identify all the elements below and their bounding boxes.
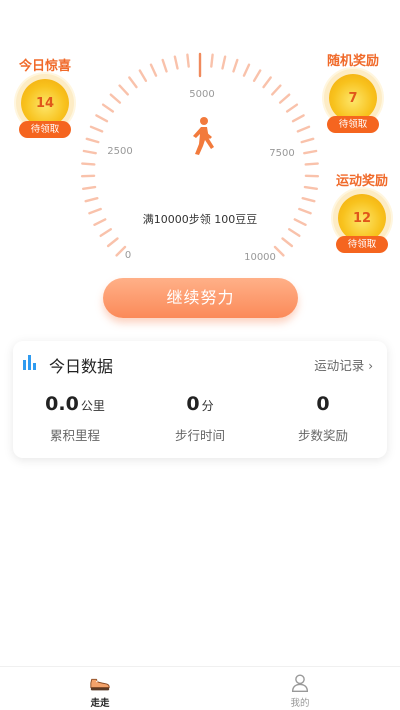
gauge-tick <box>271 84 282 96</box>
gauge-tick <box>210 53 214 68</box>
coin-value: 7 <box>348 90 358 106</box>
stat-walk-time: 0分 步行时间 <box>138 393 262 444</box>
stat-value-row: 0.0 公里 <box>13 393 137 415</box>
gauge-tick <box>293 218 307 227</box>
gauge-tick <box>81 162 96 166</box>
stat-label: 步行时间 <box>174 428 225 443</box>
today-data-card: 今日数据 运动记录 › 0.0 公里 累积里程 0分 步行时间 0 步数奖励 <box>13 341 387 458</box>
coin-icon[interactable]: 12 <box>338 194 386 242</box>
gauge-tick <box>84 196 99 203</box>
stat-unit: 分 <box>201 399 214 413</box>
gauge-tick <box>298 207 312 215</box>
gauge-tick <box>161 58 168 73</box>
gauge-label-2500: 2500 <box>107 146 132 157</box>
gauge-label-10000: 10000 <box>244 252 276 263</box>
reward-title: 随机奖励 <box>326 54 379 69</box>
gauge-tick <box>115 245 127 257</box>
person-icon <box>291 674 309 692</box>
gauge-tick <box>273 245 285 257</box>
gauge-tick <box>88 207 102 215</box>
bar-chart-icon <box>23 355 36 370</box>
gauge-tick <box>101 103 115 113</box>
coin-value: 14 <box>35 95 55 111</box>
reward-exercise[interactable]: 运动奖励 12 待领取 <box>330 170 394 253</box>
stat-step-reward: 0 步数奖励 <box>261 393 385 444</box>
tab-mine[interactable]: 我的 <box>200 667 400 710</box>
stat-label: 累积里程 <box>49 428 100 443</box>
gauge-tick <box>118 84 130 96</box>
gauge-tick <box>232 58 239 73</box>
gauge-label-5000: 5000 <box>189 89 214 100</box>
gauge-tick <box>138 69 148 83</box>
claim-badge[interactable]: 待领取 <box>336 236 388 253</box>
exercise-record-link[interactable]: 运动记录 › <box>314 355 373 374</box>
tab-walk[interactable]: 走走 <box>0 667 200 710</box>
gauge-tick <box>221 55 227 70</box>
gauge-tick <box>301 196 316 203</box>
stat-label: 步数奖励 <box>297 428 348 443</box>
gauge-tick <box>288 228 301 238</box>
reward-today-surprise[interactable]: 今日惊喜 14 待领取 <box>15 55 75 138</box>
card-title: 今日数据 <box>49 357 114 376</box>
coin-icon[interactable]: 14 <box>21 79 69 127</box>
gauge-tick <box>262 76 272 89</box>
tab-label: 我的 <box>290 698 310 709</box>
keep-going-button[interactable]: 继续努力 <box>103 278 298 318</box>
gauge-tick <box>89 125 104 133</box>
stat-distance: 0.0 公里 累积里程 <box>13 393 137 444</box>
gauge-tick <box>291 114 305 123</box>
gauge-tick <box>242 63 251 77</box>
gauge-tick <box>106 237 119 248</box>
card-header: 今日数据 运动记录 › <box>23 353 373 376</box>
gauge-tick <box>128 76 138 89</box>
stat-value: 0 <box>186 393 200 415</box>
reward-title: 运动奖励 <box>335 174 388 189</box>
stat-value: 0.0 <box>45 393 79 415</box>
coin-icon[interactable]: 7 <box>329 74 377 122</box>
gauge-label-0: 0 <box>125 250 131 261</box>
gauge-label-7500: 7500 <box>269 148 294 159</box>
tab-label: 走走 <box>90 698 110 709</box>
gauge-tick <box>303 185 318 191</box>
gauge-tick <box>296 125 311 133</box>
gauge-tick <box>99 228 113 238</box>
stat-unit: 公里 <box>80 399 105 413</box>
bottom-tab-bar: 走走 我的 <box>0 666 400 710</box>
gauge-tick <box>82 149 97 155</box>
reward-title: 今日惊喜 <box>18 59 71 74</box>
gauge-tick <box>252 69 262 83</box>
claim-badge[interactable]: 待领取 <box>19 121 71 138</box>
gauge-tick <box>95 114 109 123</box>
reward-random[interactable]: 随机奖励 7 待领取 <box>322 50 384 133</box>
gauge-tick <box>149 63 158 77</box>
claim-badge[interactable]: 待领取 <box>327 116 379 133</box>
stat-value-row: 0 <box>261 393 385 415</box>
gauge-tick <box>81 185 97 191</box>
sneaker-icon <box>90 678 110 691</box>
stat-value: 0 <box>316 393 330 415</box>
gauge-tick <box>300 137 315 144</box>
gauge-tick <box>285 103 299 113</box>
stat-value-row: 0分 <box>138 393 262 415</box>
coin-value: 12 <box>352 210 372 226</box>
gauge-tick <box>303 149 318 155</box>
gauge-tick <box>93 218 107 227</box>
gauge-tick <box>304 162 319 166</box>
gauge-tick <box>186 53 190 68</box>
gauge-tick <box>173 55 179 70</box>
gauge-tick <box>109 93 122 104</box>
goal-text: 满10000步领 100豆豆 <box>143 213 258 226</box>
exercise-record-label: 运动记录 <box>314 358 365 373</box>
gauge-tick <box>278 93 291 104</box>
chevron-right-icon: › <box>368 359 373 373</box>
gauge-tick <box>85 137 100 144</box>
gauge-tick <box>281 237 294 248</box>
walking-person-icon <box>193 117 214 155</box>
